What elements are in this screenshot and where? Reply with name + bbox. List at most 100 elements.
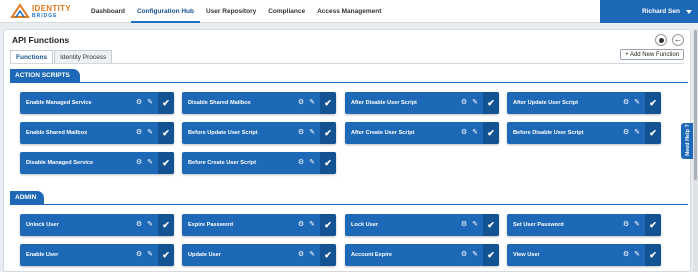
function-card[interactable]: Enable User ⚙ ✎ ✔ xyxy=(20,244,174,266)
check-icon[interactable]: ✔ xyxy=(158,152,174,174)
edit-pencil-icon[interactable]: ✎ xyxy=(469,244,481,266)
function-card-label: Enable User xyxy=(26,252,59,258)
function-card[interactable]: Lock User ⚙ ✎ ✔ xyxy=(345,214,499,236)
edit-pencil-icon[interactable]: ✎ xyxy=(306,244,318,266)
function-card-label: Update User xyxy=(188,252,221,258)
chevron-down-icon xyxy=(686,10,692,14)
back-arrow-icon[interactable]: ← xyxy=(672,34,684,46)
gear-icon[interactable]: ⚙ xyxy=(459,92,469,114)
function-card-label: View User xyxy=(513,252,540,258)
edit-pencil-icon[interactable]: ✎ xyxy=(306,92,318,114)
logo-text: IDENTITY xyxy=(32,4,71,13)
function-card[interactable]: Enable Managed Service ⚙ ✎ ✔ xyxy=(20,92,174,114)
record-icon[interactable] xyxy=(655,34,667,46)
nav-user-repository[interactable]: User Repository xyxy=(200,0,262,23)
gear-icon[interactable]: ⚙ xyxy=(134,92,144,114)
check-icon[interactable]: ✔ xyxy=(158,244,174,266)
nav-access-management[interactable]: Access Management xyxy=(311,0,387,23)
function-card[interactable]: Enable Shared Mailbox ⚙ ✎ ✔ xyxy=(20,122,174,144)
check-icon[interactable]: ✔ xyxy=(158,214,174,236)
function-card[interactable]: Before Update User Script ⚙ ✎ ✔ xyxy=(182,122,336,144)
function-card[interactable]: After Update User Script ⚙ ✎ ✔ xyxy=(507,92,661,114)
tab-identity-process[interactable]: Identity Process xyxy=(54,50,113,63)
function-card[interactable]: Before Disable User Script ⚙ ✎ ✔ xyxy=(507,122,661,144)
gear-icon[interactable]: ⚙ xyxy=(621,92,631,114)
tab-divider xyxy=(10,63,684,64)
gear-icon[interactable]: ⚙ xyxy=(296,244,306,266)
gear-icon[interactable]: ⚙ xyxy=(296,122,306,144)
function-card-label: Lock User xyxy=(351,222,379,228)
edit-pencil-icon[interactable]: ✎ xyxy=(144,214,156,236)
check-icon[interactable]: ✔ xyxy=(320,152,336,174)
nav-compliance[interactable]: Compliance xyxy=(262,0,311,23)
function-card-label: Before Create User Script xyxy=(188,160,257,166)
check-icon[interactable]: ✔ xyxy=(320,244,336,266)
edit-pencil-icon[interactable]: ✎ xyxy=(631,92,643,114)
gear-icon[interactable]: ⚙ xyxy=(134,244,144,266)
gear-icon[interactable]: ⚙ xyxy=(134,152,144,174)
gear-icon[interactable]: ⚙ xyxy=(296,214,306,236)
edit-pencil-icon[interactable]: ✎ xyxy=(631,122,643,144)
check-icon[interactable]: ✔ xyxy=(483,244,499,266)
function-card[interactable]: Expire Password ⚙ ✎ ✔ xyxy=(182,214,336,236)
edit-pencil-icon[interactable]: ✎ xyxy=(306,122,318,144)
check-icon[interactable]: ✔ xyxy=(158,122,174,144)
edit-pencil-icon[interactable]: ✎ xyxy=(631,244,643,266)
gear-icon[interactable]: ⚙ xyxy=(459,244,469,266)
gear-icon[interactable]: ⚙ xyxy=(621,122,631,144)
check-icon[interactable]: ✔ xyxy=(483,122,499,144)
function-card[interactable]: After Create User Script ⚙ ✎ ✔ xyxy=(345,122,499,144)
check-icon[interactable]: ✔ xyxy=(320,92,336,114)
function-card[interactable]: Account Expire ⚙ ✎ ✔ xyxy=(345,244,499,266)
check-icon[interactable]: ✔ xyxy=(645,214,661,236)
main-nav: Dashboard Configuration Hub User Reposit… xyxy=(85,0,387,23)
add-new-function-button[interactable]: + Add New Function xyxy=(620,49,684,60)
function-card[interactable]: Before Create User Script ⚙ ✎ ✔ xyxy=(182,152,336,174)
function-card[interactable]: Set User Password ⚙ ✎ ✔ xyxy=(507,214,661,236)
gear-icon[interactable]: ⚙ xyxy=(296,92,306,114)
check-icon[interactable]: ✔ xyxy=(483,214,499,236)
edit-pencil-icon[interactable]: ✎ xyxy=(306,152,318,174)
section-header: ADMIN xyxy=(10,191,44,204)
check-icon[interactable]: ✔ xyxy=(645,92,661,114)
function-card[interactable]: After Disable User Script ⚙ ✎ ✔ xyxy=(345,92,499,114)
gear-icon[interactable]: ⚙ xyxy=(296,152,306,174)
edit-pencil-icon[interactable]: ✎ xyxy=(469,92,481,114)
function-card[interactable]: Unlock User ⚙ ✎ ✔ xyxy=(20,214,174,236)
edit-pencil-icon[interactable]: ✎ xyxy=(306,214,318,236)
edit-pencil-icon[interactable]: ✎ xyxy=(469,122,481,144)
user-name: Richard Sen xyxy=(642,8,680,15)
gear-icon[interactable]: ⚙ xyxy=(459,214,469,236)
edit-pencil-icon[interactable]: ✎ xyxy=(631,214,643,236)
nav-dashboard[interactable]: Dashboard xyxy=(85,0,131,23)
gear-icon[interactable]: ⚙ xyxy=(459,122,469,144)
edit-pencil-icon[interactable]: ✎ xyxy=(144,244,156,266)
nav-configuration-hub[interactable]: Configuration Hub xyxy=(130,0,200,23)
gear-icon[interactable]: ⚙ xyxy=(134,214,144,236)
user-menu[interactable]: Richard Sen xyxy=(600,0,698,23)
check-icon[interactable]: ✔ xyxy=(645,122,661,144)
function-card[interactable]: View User ⚙ ✎ ✔ xyxy=(507,244,661,266)
function-card-label: Set User Password xyxy=(513,222,564,228)
tab-functions[interactable]: Functions xyxy=(10,50,54,63)
logo-mark-icon xyxy=(10,3,30,18)
identity-bridge-logo[interactable]: IDENTITY BRIDGE xyxy=(10,3,71,20)
section-divider xyxy=(10,204,688,205)
check-icon[interactable]: ✔ xyxy=(320,122,336,144)
check-icon[interactable]: ✔ xyxy=(645,244,661,266)
edit-pencil-icon[interactable]: ✎ xyxy=(144,122,156,144)
check-icon[interactable]: ✔ xyxy=(320,214,336,236)
gear-icon[interactable]: ⚙ xyxy=(134,122,144,144)
gear-icon[interactable]: ⚙ xyxy=(621,244,631,266)
check-icon[interactable]: ✔ xyxy=(483,92,499,114)
check-icon[interactable]: ✔ xyxy=(158,92,174,114)
edit-pencil-icon[interactable]: ✎ xyxy=(144,152,156,174)
page-title: API Functions xyxy=(12,35,70,45)
function-card[interactable]: Update User ⚙ ✎ ✔ xyxy=(182,244,336,266)
scrollbar-thumb[interactable] xyxy=(694,30,697,180)
function-card[interactable]: Disable Managed Service ⚙ ✎ ✔ xyxy=(20,152,174,174)
function-card[interactable]: Disable Shared Mailbox ⚙ ✎ ✔ xyxy=(182,92,336,114)
edit-pencil-icon[interactable]: ✎ xyxy=(144,92,156,114)
gear-icon[interactable]: ⚙ xyxy=(621,214,631,236)
edit-pencil-icon[interactable]: ✎ xyxy=(469,214,481,236)
